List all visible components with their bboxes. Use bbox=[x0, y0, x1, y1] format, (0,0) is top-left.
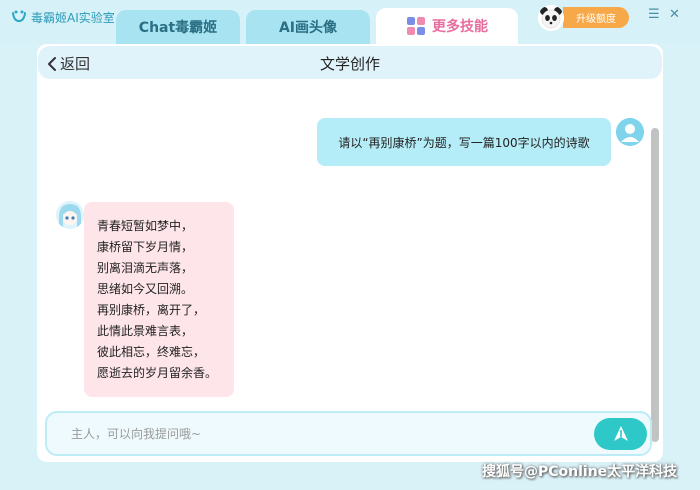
tab-chat-label: Chat毒霸姬 bbox=[138, 20, 218, 36]
poem-line: 青春短暂如梦中， bbox=[97, 219, 194, 233]
poem-line: 彼此相忘，终难忘， bbox=[97, 345, 206, 359]
poem-line: 康桥留下岁月情， bbox=[97, 240, 194, 254]
title-bar: 毒霸姬AI实验室 Chat毒霸姬 AI画头像 更多技能 升级额度 ☰ ✕ bbox=[0, 0, 700, 44]
panda-avatar[interactable] bbox=[538, 5, 564, 31]
chat-scrollbar[interactable] bbox=[651, 128, 659, 442]
menu-button[interactable]: ☰ bbox=[648, 8, 660, 22]
message-input-box bbox=[45, 411, 652, 456]
user-message-text: 请以“再别康桥”为题，写一篇100字以内的诗歌 bbox=[338, 135, 590, 150]
upgrade-button[interactable]: 升级额度 bbox=[563, 7, 629, 28]
poem-line: 再别康桥，离开了， bbox=[97, 303, 206, 317]
poem-line: 此情此景难言表， bbox=[97, 324, 194, 338]
page-title: 文学创作 bbox=[319, 55, 380, 73]
tab-ai-avatar[interactable]: AI画头像 bbox=[246, 10, 370, 44]
poem-line: 别离泪滴无声落， bbox=[97, 261, 194, 275]
chat-panel: 返回 文学创作 请以“再别康桥”为题，写一篇100字以内的诗歌 青春短暂如梦中，… bbox=[37, 44, 663, 462]
message-input[interactable] bbox=[57, 423, 557, 445]
user-icon bbox=[616, 118, 644, 146]
app-name: 毒霸姬AI实验室 bbox=[31, 11, 115, 25]
tab-more-skills[interactable]: 更多技能 bbox=[376, 8, 518, 44]
grid-icon bbox=[407, 17, 425, 35]
tab-ai-avatar-label: AI画头像 bbox=[278, 20, 338, 36]
poem-line: 思绪如今又回溯。 bbox=[97, 282, 194, 296]
app-logo-icon bbox=[12, 10, 26, 23]
upgrade-label: 升级额度 bbox=[576, 14, 616, 25]
close-button[interactable]: ✕ bbox=[669, 8, 680, 22]
page-header: 返回 文学创作 bbox=[38, 46, 662, 79]
user-message-bubble: 请以“再别康桥”为题，写一篇100字以内的诗歌 bbox=[317, 118, 611, 166]
send-button[interactable] bbox=[594, 418, 647, 450]
user-avatar bbox=[616, 118, 644, 146]
bot-message-bubble: 青春短暂如梦中， 康桥留下岁月情， 别离泪滴无声落， 思绪如今又回溯。 再别康桥… bbox=[84, 202, 234, 397]
poem-line: 愿逝去的岁月留余香。 bbox=[97, 366, 218, 380]
panda-icon bbox=[538, 5, 564, 31]
tab-chat[interactable]: Chat毒霸姬 bbox=[116, 10, 240, 44]
tab-more-skills-label: 更多技能 bbox=[432, 19, 488, 35]
bot-girl-icon bbox=[56, 201, 84, 229]
bot-avatar bbox=[56, 201, 84, 229]
watermark: 搜狐号@PConline太平洋科技 bbox=[482, 464, 678, 480]
send-icon bbox=[613, 426, 628, 441]
